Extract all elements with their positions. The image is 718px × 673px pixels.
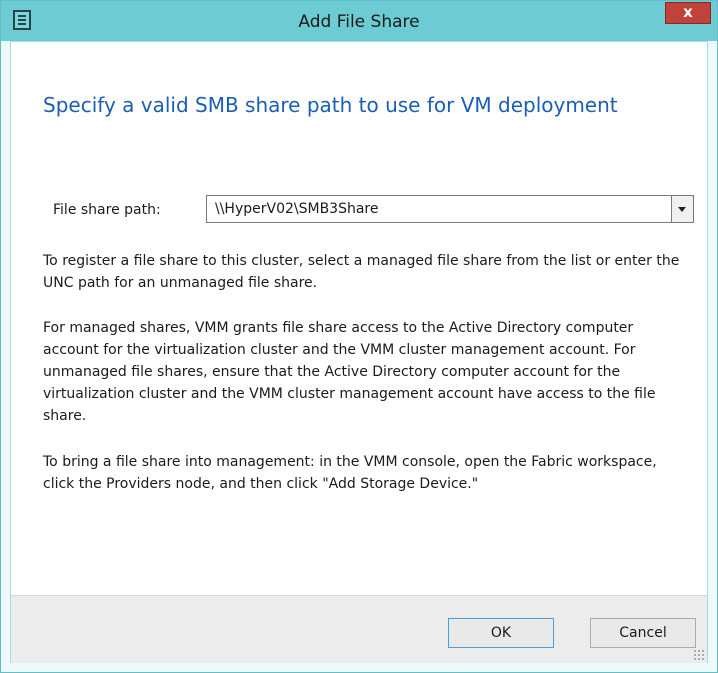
window-title: Add File Share xyxy=(298,12,420,32)
dialog-body: Specify a valid SMB share path to use fo… xyxy=(10,41,708,663)
dialog-window: Add File Share x Specify a valid SMB sha… xyxy=(0,0,718,673)
ok-button[interactable]: OK xyxy=(448,618,554,648)
dropdown-arrow-icon[interactable] xyxy=(671,196,693,222)
page-heading: Specify a valid SMB share path to use fo… xyxy=(43,93,618,117)
file-share-path-value[interactable]: \\HyperV02\SMB3Share xyxy=(215,201,379,217)
instruction-register: To register a file share to this cluster… xyxy=(43,253,680,291)
title-bar[interactable]: Add File Share x xyxy=(1,1,717,41)
close-button[interactable]: x xyxy=(665,2,711,24)
file-share-path-combobox[interactable]: \\HyperV02\SMB3Share xyxy=(206,195,694,223)
instruction-bring-into-management: To bring a file share into management: i… xyxy=(43,454,657,492)
resize-grip-icon[interactable] xyxy=(693,649,705,661)
file-share-path-label: File share path: xyxy=(53,202,161,218)
button-bar: OK Cancel xyxy=(11,595,707,663)
instruction-managed-shares: For managed shares, VMM grants file shar… xyxy=(43,320,656,424)
cancel-button[interactable]: Cancel xyxy=(590,618,696,648)
